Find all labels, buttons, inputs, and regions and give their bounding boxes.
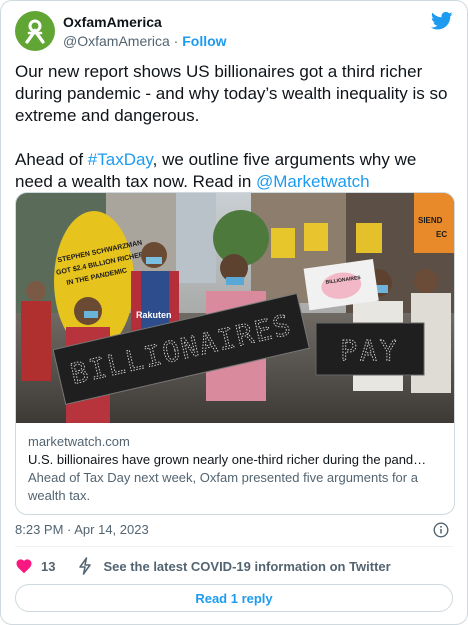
tweet-card: OxfamAmerica @OxfamAmerica · Follow Our … [0, 0, 468, 625]
hashtag-link[interactable]: #TaxDay [88, 150, 153, 169]
pay-sign-text: PAY [340, 334, 400, 367]
author-names: OxfamAmerica @OxfamAmerica · Follow [63, 13, 227, 51]
tweet-header: OxfamAmerica @OxfamAmerica · Follow [15, 11, 453, 53]
twitter-bird-icon[interactable] [431, 11, 453, 31]
article-photo[interactable]: SIEND EC STEPHEN SCHWARZMAN GOT $2.4 BIL… [16, 193, 455, 423]
link-headline: U.S. billionaires have grown nearly one-… [28, 452, 427, 467]
tweet-text: Our new report shows US billionaires got… [15, 61, 455, 193]
info-icon[interactable] [433, 522, 449, 538]
oxfam-logo-icon [25, 19, 45, 44]
like-count[interactable]: 13 [41, 559, 55, 574]
heart-icon[interactable] [15, 557, 33, 575]
handle-separator: · [169, 33, 183, 49]
follow-button[interactable]: Follow [182, 33, 226, 49]
tweet-paragraph-1: Our new report shows US billionaires got… [15, 62, 448, 125]
tweet-actions: 13 See the latest COVID-19 information o… [15, 556, 391, 576]
read-reply-button[interactable]: Read 1 reply [15, 584, 453, 612]
author-handle[interactable]: @OxfamAmerica [63, 33, 170, 49]
svg-text:EC: EC [436, 230, 447, 239]
divider [15, 546, 453, 547]
tweet-timestamp[interactable]: 8:23 PM · Apr 14, 2023 [15, 521, 149, 539]
link-card-info[interactable]: marketwatch.com U.S. billionaires have g… [16, 423, 454, 514]
author-display-name[interactable]: OxfamAmerica [63, 13, 227, 31]
link-card[interactable]: SIEND EC STEPHEN SCHWARZMAN GOT $2.4 BIL… [15, 192, 455, 515]
shirt-text: Rakuten [136, 310, 172, 320]
avatar[interactable] [15, 11, 55, 51]
tweet-paragraph-2-prefix: Ahead of [15, 150, 88, 169]
mention-link[interactable]: @Marketwatch [256, 172, 370, 191]
lightning-icon [79, 557, 92, 575]
link-description: Ahead of Tax Day next week, Oxfam presen… [28, 470, 418, 503]
covid-info-link[interactable]: See the latest COVID-19 information on T… [103, 559, 390, 574]
author-handle-row: @OxfamAmerica · Follow [63, 31, 227, 51]
link-domain: marketwatch.com [28, 434, 130, 449]
svg-text:SIEND: SIEND [418, 216, 443, 225]
